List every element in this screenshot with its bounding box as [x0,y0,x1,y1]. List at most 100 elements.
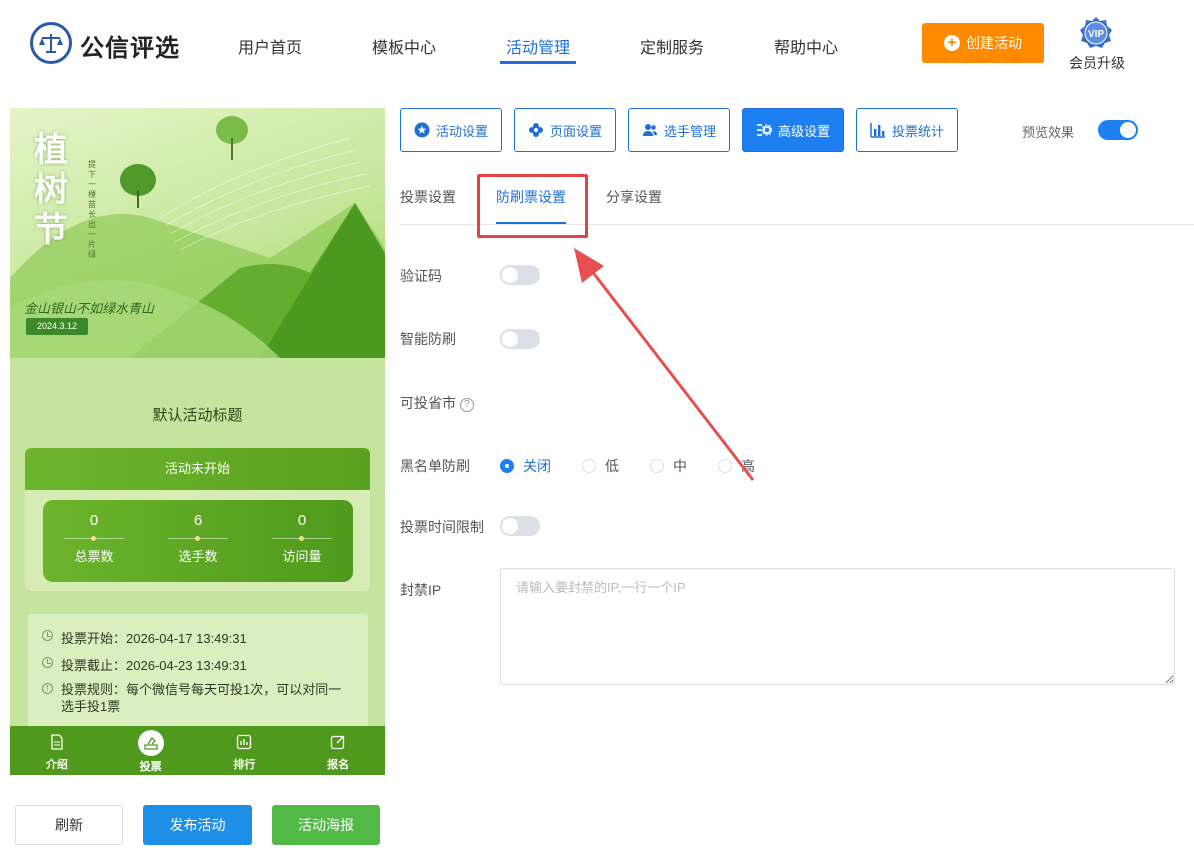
vote-end-line: 投票截止：2026-04-23 13:49:31 [42,655,247,674]
gear-list-icon [756,124,772,136]
subtab-vote-settings[interactable]: 投票设置 [400,187,456,207]
captcha-switch[interactable] [500,265,540,285]
tab-label: 选手管理 [663,123,716,139]
users-icon [642,124,657,136]
bottom-nav-vote[interactable]: 投票 [104,726,198,775]
radio-circle [582,459,596,473]
activity-status-card: 活动未开始 0 总票数 6 选手数 0 访问量 [25,448,370,591]
create-activity-label: 创建活动 [966,35,1022,51]
preview-bottom-nav: 介绍 投票 排行 报名 [10,726,385,775]
member-upgrade-link[interactable]: 会员升级 [1069,53,1125,73]
tab-label: 活动设置 [435,123,488,139]
stat-total-votes: 0 总票数 [49,512,139,565]
radio-label: 低 [605,458,619,474]
nav-activity-management[interactable]: 活动管理 [506,34,570,58]
bottom-nav-intro[interactable]: 介绍 [10,726,104,775]
activity-status: 活动未开始 [25,448,370,490]
tab-contestant-management[interactable]: 选手管理 [628,108,730,152]
vote-icon [137,730,164,756]
vote-start-line: 投票开始：2026-04-17 13:49:31 [42,628,247,647]
banner-date: 2024.3.12 [26,318,88,335]
smart-antibrush-switch[interactable] [500,329,540,349]
activity-banner: 植树节 提下一棵苗长出一片绿 金山银山不如绿水青山 2024.3.12 [10,108,385,358]
annotation-arrow [574,248,755,481]
document-icon [51,734,63,750]
publish-activity-button[interactable]: 发布活动 [143,805,252,845]
clock-icon [42,630,53,641]
activity-title: 默认活动标题 [152,407,243,424]
top-header: 公信评选 用户首页 模板中心 活动管理 定制服务 帮助中心 + 创建活动 VIP… [0,0,1194,90]
vip-badge-text: VIP [1088,29,1104,40]
info-icon: ! [42,683,53,694]
nav-template-center[interactable]: 模板中心 [372,34,436,58]
vote-start-text: 投票开始：2026-04-17 13:49:31 [61,631,247,646]
smart-antibrush-label: 智能防刷 [400,331,456,347]
refresh-button[interactable]: 刷新 [15,805,123,845]
stat-value: 6 [193,512,203,529]
vote-rule-text-line2: 选手投1票 [61,699,121,714]
blacklist-option-medium[interactable]: 中 [650,456,687,476]
allowed-regions-row: 可投省市? [400,393,474,413]
vip-badge-icon[interactable]: VIP [1078,16,1114,50]
tab-label: 页面设置 [549,123,602,139]
ban-ip-textarea[interactable] [500,568,1175,685]
tab-advanced-settings[interactable]: 高级设置 [742,108,844,152]
bottom-nav-ranking[interactable]: 排行 [198,726,292,775]
nav-user-home[interactable]: 用户首页 [238,34,302,58]
nav-active-underline [500,61,576,64]
captcha-label: 验证码 [400,268,442,284]
stat-contestants: 6 选手数 [153,512,243,565]
clock-icon [42,657,53,668]
create-activity-button[interactable]: + 创建活动 [922,23,1044,63]
bar-chart-icon [870,123,885,138]
vote-end-text: 投票截止：2026-04-23 13:49:31 [61,658,247,673]
tab-label: 投票统计 [891,123,944,139]
tab-vote-statistics[interactable]: 投票统计 [856,108,958,152]
vote-rule-line: ! 投票规则：每个微信号每天可投1次，可以对同一 选手投1票 [42,681,341,715]
blacklist-option-high[interactable]: 高 [718,456,755,476]
stat-visits: 0 访问量 [257,512,347,565]
blacklist-option-off[interactable]: 关闭 [500,456,551,476]
time-limit-switch[interactable] [500,516,540,536]
radio-label: 高 [741,458,755,474]
radio-circle [650,459,664,473]
stat-label: 选手数 [178,549,218,564]
radio-circle [500,459,514,473]
brand-logo-icon[interactable] [30,22,72,64]
edit-icon [330,735,345,750]
bottom-nav-signup[interactable]: 报名 [291,726,385,775]
bottom-nav-label: 投票 [139,761,162,773]
stat-value: 0 [297,512,307,529]
radio-label: 关闭 [523,458,551,474]
star-circle-icon [414,122,430,138]
plus-icon: + [944,35,960,51]
preview-effect-toggle[interactable] [1098,120,1138,140]
stat-divider [168,536,228,541]
radio-label: 中 [673,458,687,474]
ban-ip-label: 封禁IP [400,582,442,598]
stat-label: 访问量 [282,549,322,564]
help-icon[interactable]: ? [460,398,474,412]
annotation-highlight-box [477,174,588,238]
bottom-nav-label: 排行 [233,759,256,771]
allowed-regions-label: 可投省市 [400,395,456,411]
nav-custom-service[interactable]: 定制服务 [640,34,704,58]
stats-box: 0 总票数 6 选手数 0 访问量 [43,500,353,582]
time-limit-label: 投票时间限制 [400,519,484,535]
subtab-share-settings[interactable]: 分享设置 [606,187,662,207]
annotation-arrow-shaft [586,265,755,481]
vote-info-box: 投票开始：2026-04-17 13:49:31 投票截止：2026-04-23… [28,614,368,734]
banner-vertical-text: 提下一棵苗长出一片绿 [88,160,96,259]
preview-effect-label: 预览效果 [1022,125,1075,140]
brand-name[interactable]: 公信评选 [80,28,180,63]
activity-poster-button[interactable]: 活动海报 [272,805,380,845]
vote-rule-text: 投票规则：每个微信号每天可投1次，可以对同一 选手投1票 [61,681,341,715]
blacklist-option-low[interactable]: 低 [582,456,619,476]
stat-label: 总票数 [74,549,114,564]
tab-page-settings[interactable]: 页面设置 [514,108,616,152]
annotation-arrow-head [574,248,604,283]
tab-activity-settings[interactable]: 活动设置 [400,108,502,152]
nav-help-center[interactable]: 帮助中心 [774,34,838,58]
bar-chart-icon [237,734,252,750]
bottom-nav-label: 介绍 [45,759,68,771]
